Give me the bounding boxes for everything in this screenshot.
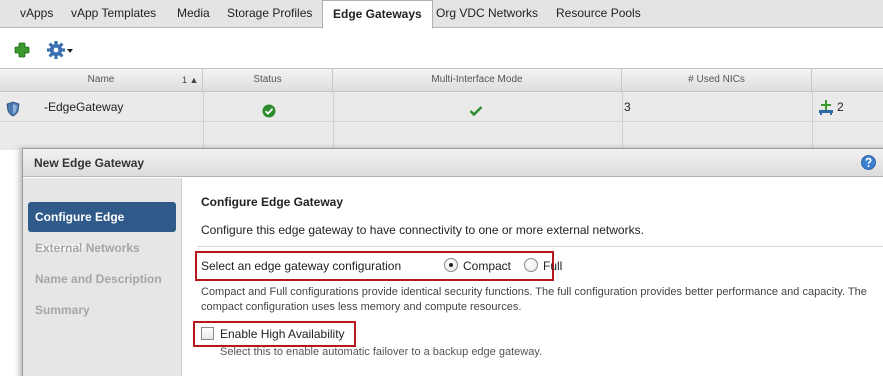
column-header-name-label: Name bbox=[87, 74, 115, 85]
configuration-info-text: Compact and Full configurations provide … bbox=[201, 286, 867, 313]
full-radio-label[interactable]: Full bbox=[543, 259, 562, 273]
grid-body: -EdgeGateway 3 2 bbox=[0, 92, 883, 150]
actions-menu-button[interactable] bbox=[46, 40, 74, 60]
gateway-name[interactable]: -EdgeGateway bbox=[44, 92, 123, 122]
sort-indicator[interactable]: 1 ▲ bbox=[182, 69, 198, 91]
grid-header: Name 1 ▲ Status Multi-Interface Mode # U… bbox=[0, 68, 883, 92]
step-name-and-description[interactable]: Name and Description bbox=[28, 264, 176, 294]
high-availability-hint: Select this to enable automatic failover… bbox=[220, 346, 543, 358]
green-check-icon bbox=[469, 98, 483, 117]
radio-selected-dot bbox=[449, 263, 453, 267]
compact-radio-label[interactable]: Compact bbox=[463, 259, 511, 273]
step-configure-edge-gateway[interactable]: Configure Edge Gateway bbox=[28, 202, 176, 254]
step-summary[interactable]: Summary bbox=[28, 295, 176, 325]
tab-org-vdc-networks[interactable]: Org VDC Networks bbox=[426, 0, 548, 28]
enable-high-availability-label[interactable]: Enable High Availability bbox=[220, 327, 345, 341]
network-icon bbox=[818, 97, 834, 117]
tab-edge-gateways[interactable]: Edge Gateways bbox=[322, 0, 433, 29]
help-icon[interactable] bbox=[861, 155, 876, 170]
add-button[interactable] bbox=[12, 40, 32, 60]
green-check-circle-icon bbox=[262, 99, 276, 118]
wizard-content: Configure Edge Gateway Configure this ed… bbox=[183, 178, 883, 376]
divider bbox=[197, 246, 883, 247]
column-header-networks[interactable] bbox=[812, 69, 883, 91]
tab-storage-profiles[interactable]: Storage Profiles bbox=[217, 0, 322, 28]
tab-media[interactable]: Media bbox=[167, 0, 220, 28]
column-header-status[interactable]: Status bbox=[203, 69, 333, 91]
wizard-step-list: Configure Edge Gateway External Networks… bbox=[23, 178, 182, 376]
step-external-networks[interactable]: External Networks bbox=[28, 233, 176, 263]
dialog-title: New Edge Gateway bbox=[34, 156, 145, 170]
networks-count: 2 bbox=[837, 100, 844, 114]
gear-dropdown-icon bbox=[47, 41, 73, 59]
toolbar bbox=[0, 29, 883, 68]
tab-vapp-templates[interactable]: vApp Templates bbox=[61, 0, 166, 28]
page-title: Configure Edge Gateway bbox=[201, 195, 344, 209]
tab-vapps[interactable]: vApps bbox=[10, 0, 63, 28]
page-description: Configure this edge gateway to have conn… bbox=[201, 223, 644, 237]
column-header-used-nics[interactable]: # Used NICs bbox=[622, 69, 812, 91]
table-row[interactable]: -EdgeGateway 3 2 bbox=[0, 92, 883, 122]
new-edge-gateway-dialog: New Edge Gateway Configure Edge Gateway … bbox=[22, 148, 883, 376]
tab-resource-pools[interactable]: Resource Pools bbox=[546, 0, 651, 28]
column-header-name[interactable]: Name bbox=[0, 69, 203, 91]
full-radio[interactable] bbox=[524, 258, 538, 272]
plus-icon bbox=[14, 42, 30, 58]
tab-bar: vApps vApp Templates Media Storage Profi… bbox=[0, 0, 883, 29]
used-nics-value: 3 bbox=[624, 100, 631, 114]
enable-high-availability-checkbox[interactable] bbox=[201, 327, 214, 340]
column-header-multi-interface[interactable]: Multi-Interface Mode bbox=[333, 69, 622, 91]
dialog-title-bar[interactable]: New Edge Gateway bbox=[23, 149, 883, 177]
compact-radio[interactable] bbox=[444, 258, 458, 272]
edge-gateway-shield-icon bbox=[6, 98, 20, 117]
configuration-label: Select an edge gateway configuration bbox=[201, 259, 402, 273]
